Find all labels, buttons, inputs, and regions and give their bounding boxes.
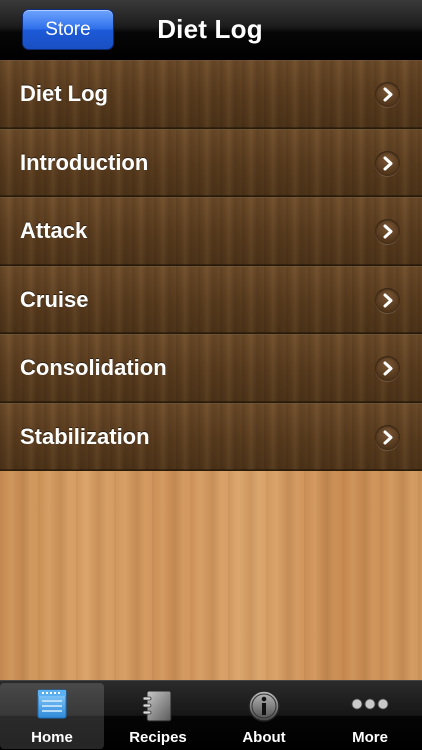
list-item-label: Cruise (20, 286, 89, 312)
list-item-cruise[interactable]: Cruise (0, 265, 422, 334)
list-item-diet-log[interactable]: Diet Log (0, 60, 422, 129)
list-item-introduction[interactable]: Introduction (0, 128, 422, 197)
notebook-icon (141, 689, 175, 728)
list-item-label: Attack (20, 218, 88, 243)
tab-label: Home (31, 729, 73, 746)
tab-label: Recipes (129, 729, 187, 746)
page-title-text: Diet Log (157, 14, 263, 44)
tab-more[interactable]: More (318, 683, 422, 749)
chevron-right-icon (375, 424, 400, 450)
home-screen-icon (37, 689, 67, 724)
tab-label: About (242, 729, 286, 746)
list-item-consolidation[interactable]: Consolidation (0, 334, 422, 403)
tab-home[interactable]: Home (0, 683, 104, 749)
list-item-label: Diet Log (20, 81, 108, 106)
list-item-label: Consolidation (20, 355, 167, 380)
tab-label: More (352, 729, 388, 746)
navigation-bar: Store Diet Log (0, 0, 422, 60)
tab-about[interactable]: About (212, 683, 316, 749)
tab-bar: Home Recipes About More (0, 680, 422, 750)
list-item-label: Introduction (20, 149, 149, 175)
chevron-right-icon (375, 219, 400, 244)
chevron-right-icon (375, 150, 400, 176)
page-title: Diet Log (0, 14, 422, 45)
chevron-right-icon (375, 287, 400, 313)
chevron-right-icon (375, 82, 400, 107)
chevron-right-icon (375, 356, 400, 381)
content-area: Diet Log Introduction Attack Cruise Cons… (0, 60, 422, 680)
menu-list: Diet Log Introduction Attack Cruise Cons… (0, 60, 422, 471)
more-dots-icon (350, 697, 390, 716)
info-icon (247, 689, 281, 728)
list-item-label: Stabilization (20, 423, 150, 449)
list-item-attack[interactable]: Attack (0, 197, 422, 266)
tab-recipes[interactable]: Recipes (106, 683, 210, 749)
list-item-stabilization[interactable]: Stabilization (0, 402, 422, 471)
